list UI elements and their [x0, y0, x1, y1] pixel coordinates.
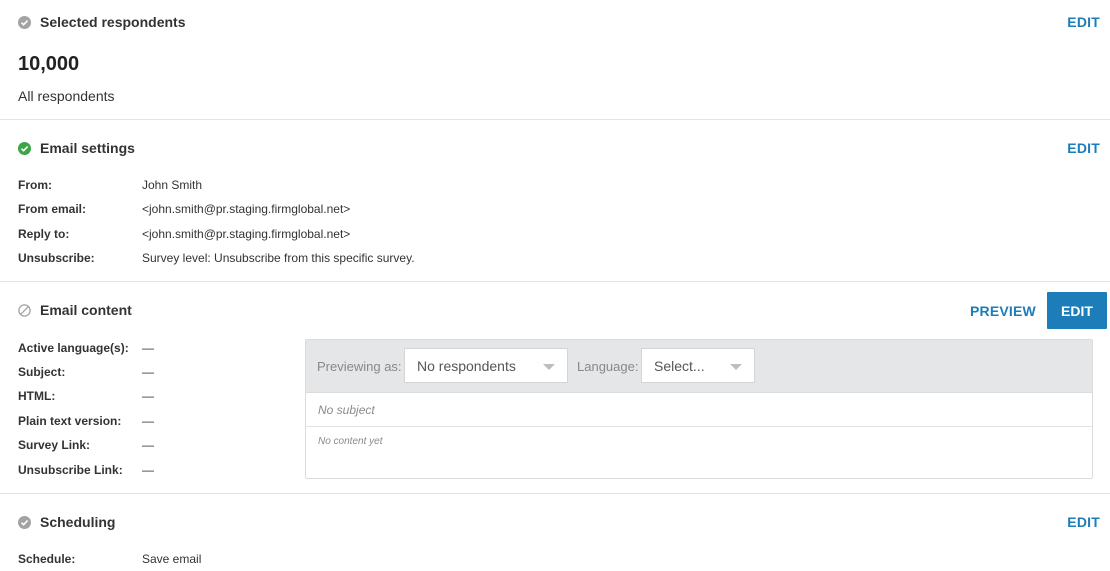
scheduling-title: Scheduling	[18, 513, 115, 531]
preview-content: No content yet	[318, 436, 383, 447]
email-content-preview-link[interactable]: PREVIEW	[970, 303, 1036, 319]
divider	[0, 281, 1110, 282]
email-settings-edit-link[interactable]: EDIT	[1067, 140, 1100, 156]
language-label: Language:	[577, 359, 639, 374]
divider	[0, 119, 1110, 120]
preview-toolbar: Previewing as: No respondents Language: …	[306, 340, 1092, 393]
divider	[306, 426, 1092, 427]
check-circle-icon	[18, 141, 31, 155]
respondent-count: 10,000	[18, 53, 80, 75]
respondent-description: All respondents	[18, 88, 115, 104]
content-row-active-languages: Active language(s): —	[18, 341, 154, 355]
scheduling-edit-link[interactable]: EDIT	[1067, 514, 1100, 530]
check-circle-icon	[18, 15, 31, 29]
chevron-down-icon	[543, 364, 555, 370]
email-content-edit-button[interactable]: EDIT	[1047, 292, 1107, 329]
respondent-select[interactable]: No respondents	[404, 348, 568, 383]
preview-subject: No subject	[318, 403, 375, 417]
content-row-survey-link: Survey Link: —	[18, 438, 154, 452]
setting-row-unsubscribe: Unsubscribe: Survey level: Unsubscribe f…	[18, 251, 415, 265]
schedule-row: Schedule: Save email	[18, 552, 202, 566]
previewing-as-label: Previewing as:	[317, 359, 402, 374]
disabled-circle-icon	[18, 303, 31, 317]
content-row-plain-text: Plain text version: —	[18, 414, 154, 428]
content-row-subject: Subject: —	[18, 365, 154, 379]
setting-row-from: From: John Smith	[18, 178, 203, 192]
selected-respondents-title: Selected respondents	[18, 13, 186, 31]
setting-row-from-email: From email: <john.smith@pr.staging.firmg…	[18, 202, 351, 216]
respondents-edit-link[interactable]: EDIT	[1067, 14, 1100, 30]
email-preview-panel: Previewing as: No respondents Language: …	[305, 339, 1093, 479]
chevron-down-icon	[730, 364, 742, 370]
content-row-unsubscribe-link: Unsubscribe Link: —	[18, 463, 154, 477]
check-circle-icon	[18, 515, 31, 529]
divider	[0, 493, 1110, 494]
email-content-title: Email content	[18, 301, 132, 319]
email-settings-title: Email settings	[18, 139, 135, 157]
setting-row-reply-to: Reply to: <john.smith@pr.staging.firmglo…	[18, 227, 351, 241]
content-row-html: HTML: —	[18, 389, 154, 403]
language-select[interactable]: Select...	[641, 348, 755, 383]
